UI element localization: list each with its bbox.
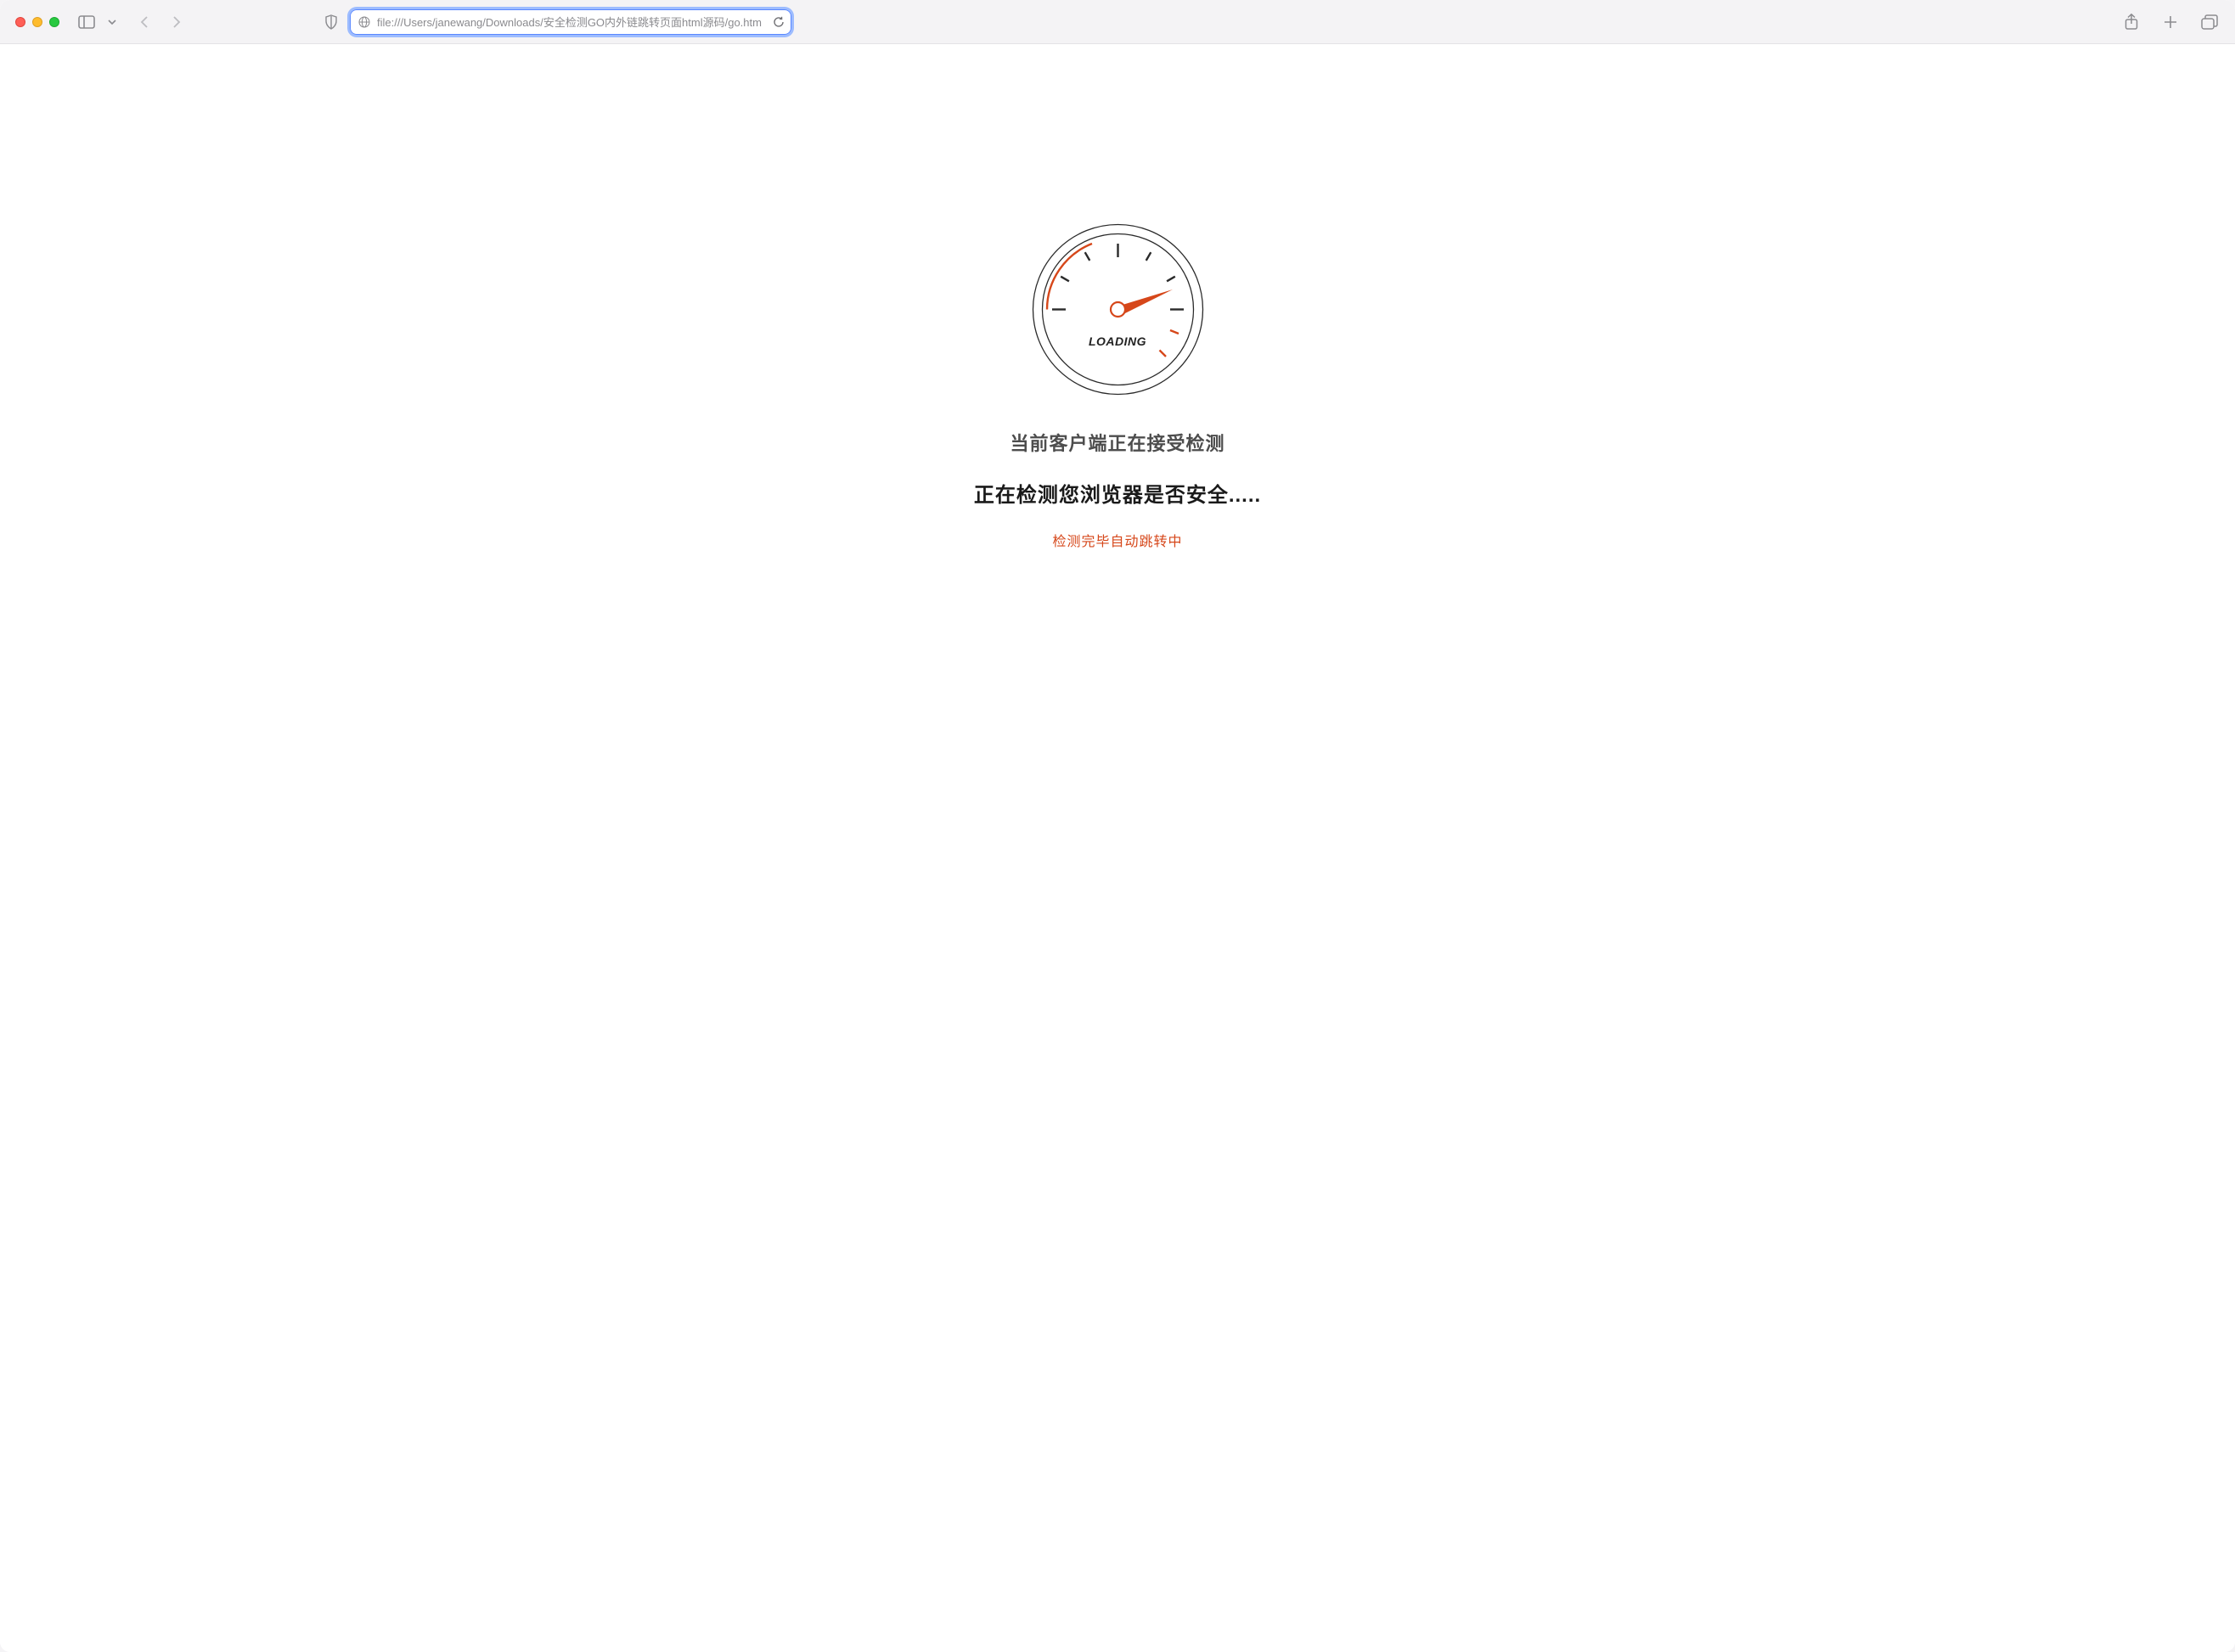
address-bar-group: file:///Users/janewang/Downloads/安全检测GO内… [321, 9, 791, 35]
window-minimize-button[interactable] [32, 17, 42, 27]
new-tab-icon[interactable] [2160, 12, 2181, 32]
address-url-text: file:///Users/janewang/Downloads/安全检测GO内… [377, 14, 766, 30]
page-viewport: LOADING 当前客户端正在接受检测 正在检测您浏览器是否安全..... 检测… [0, 44, 2235, 1652]
globe-icon [358, 16, 370, 28]
sidebar-toggle-icon[interactable] [76, 12, 97, 32]
gauge-label: LOADING [1031, 334, 1205, 348]
address-bar[interactable]: file:///Users/janewang/Downloads/安全检测GO内… [350, 9, 791, 35]
shield-icon[interactable] [321, 12, 341, 32]
toolbar-right-group [2121, 12, 2220, 32]
loading-gauge-icon: LOADING [1031, 222, 1205, 396]
tab-overview-icon[interactable] [2199, 12, 2220, 32]
back-button-icon[interactable] [134, 12, 155, 32]
forward-button-icon[interactable] [166, 12, 187, 32]
window-maximize-button[interactable] [49, 17, 59, 27]
heading-secondary: 正在检测您浏览器是否安全..... [974, 478, 1261, 508]
window-traffic-lights [15, 17, 59, 27]
page-content: LOADING 当前客户端正在接受检测 正在检测您浏览器是否安全..... 检测… [0, 44, 2235, 550]
chevron-down-icon[interactable] [102, 12, 122, 32]
window-close-button[interactable] [15, 17, 25, 27]
browser-toolbar: file:///Users/janewang/Downloads/安全检测GO内… [0, 0, 2235, 44]
reload-icon[interactable] [773, 16, 785, 28]
heading-primary: 当前客户端正在接受检测 [1010, 429, 1224, 456]
redirect-subtext: 检测完毕自动跳转中 [1052, 530, 1182, 550]
browser-window: file:///Users/janewang/Downloads/安全检测GO内… [0, 0, 2235, 1652]
share-icon[interactable] [2121, 12, 2142, 32]
